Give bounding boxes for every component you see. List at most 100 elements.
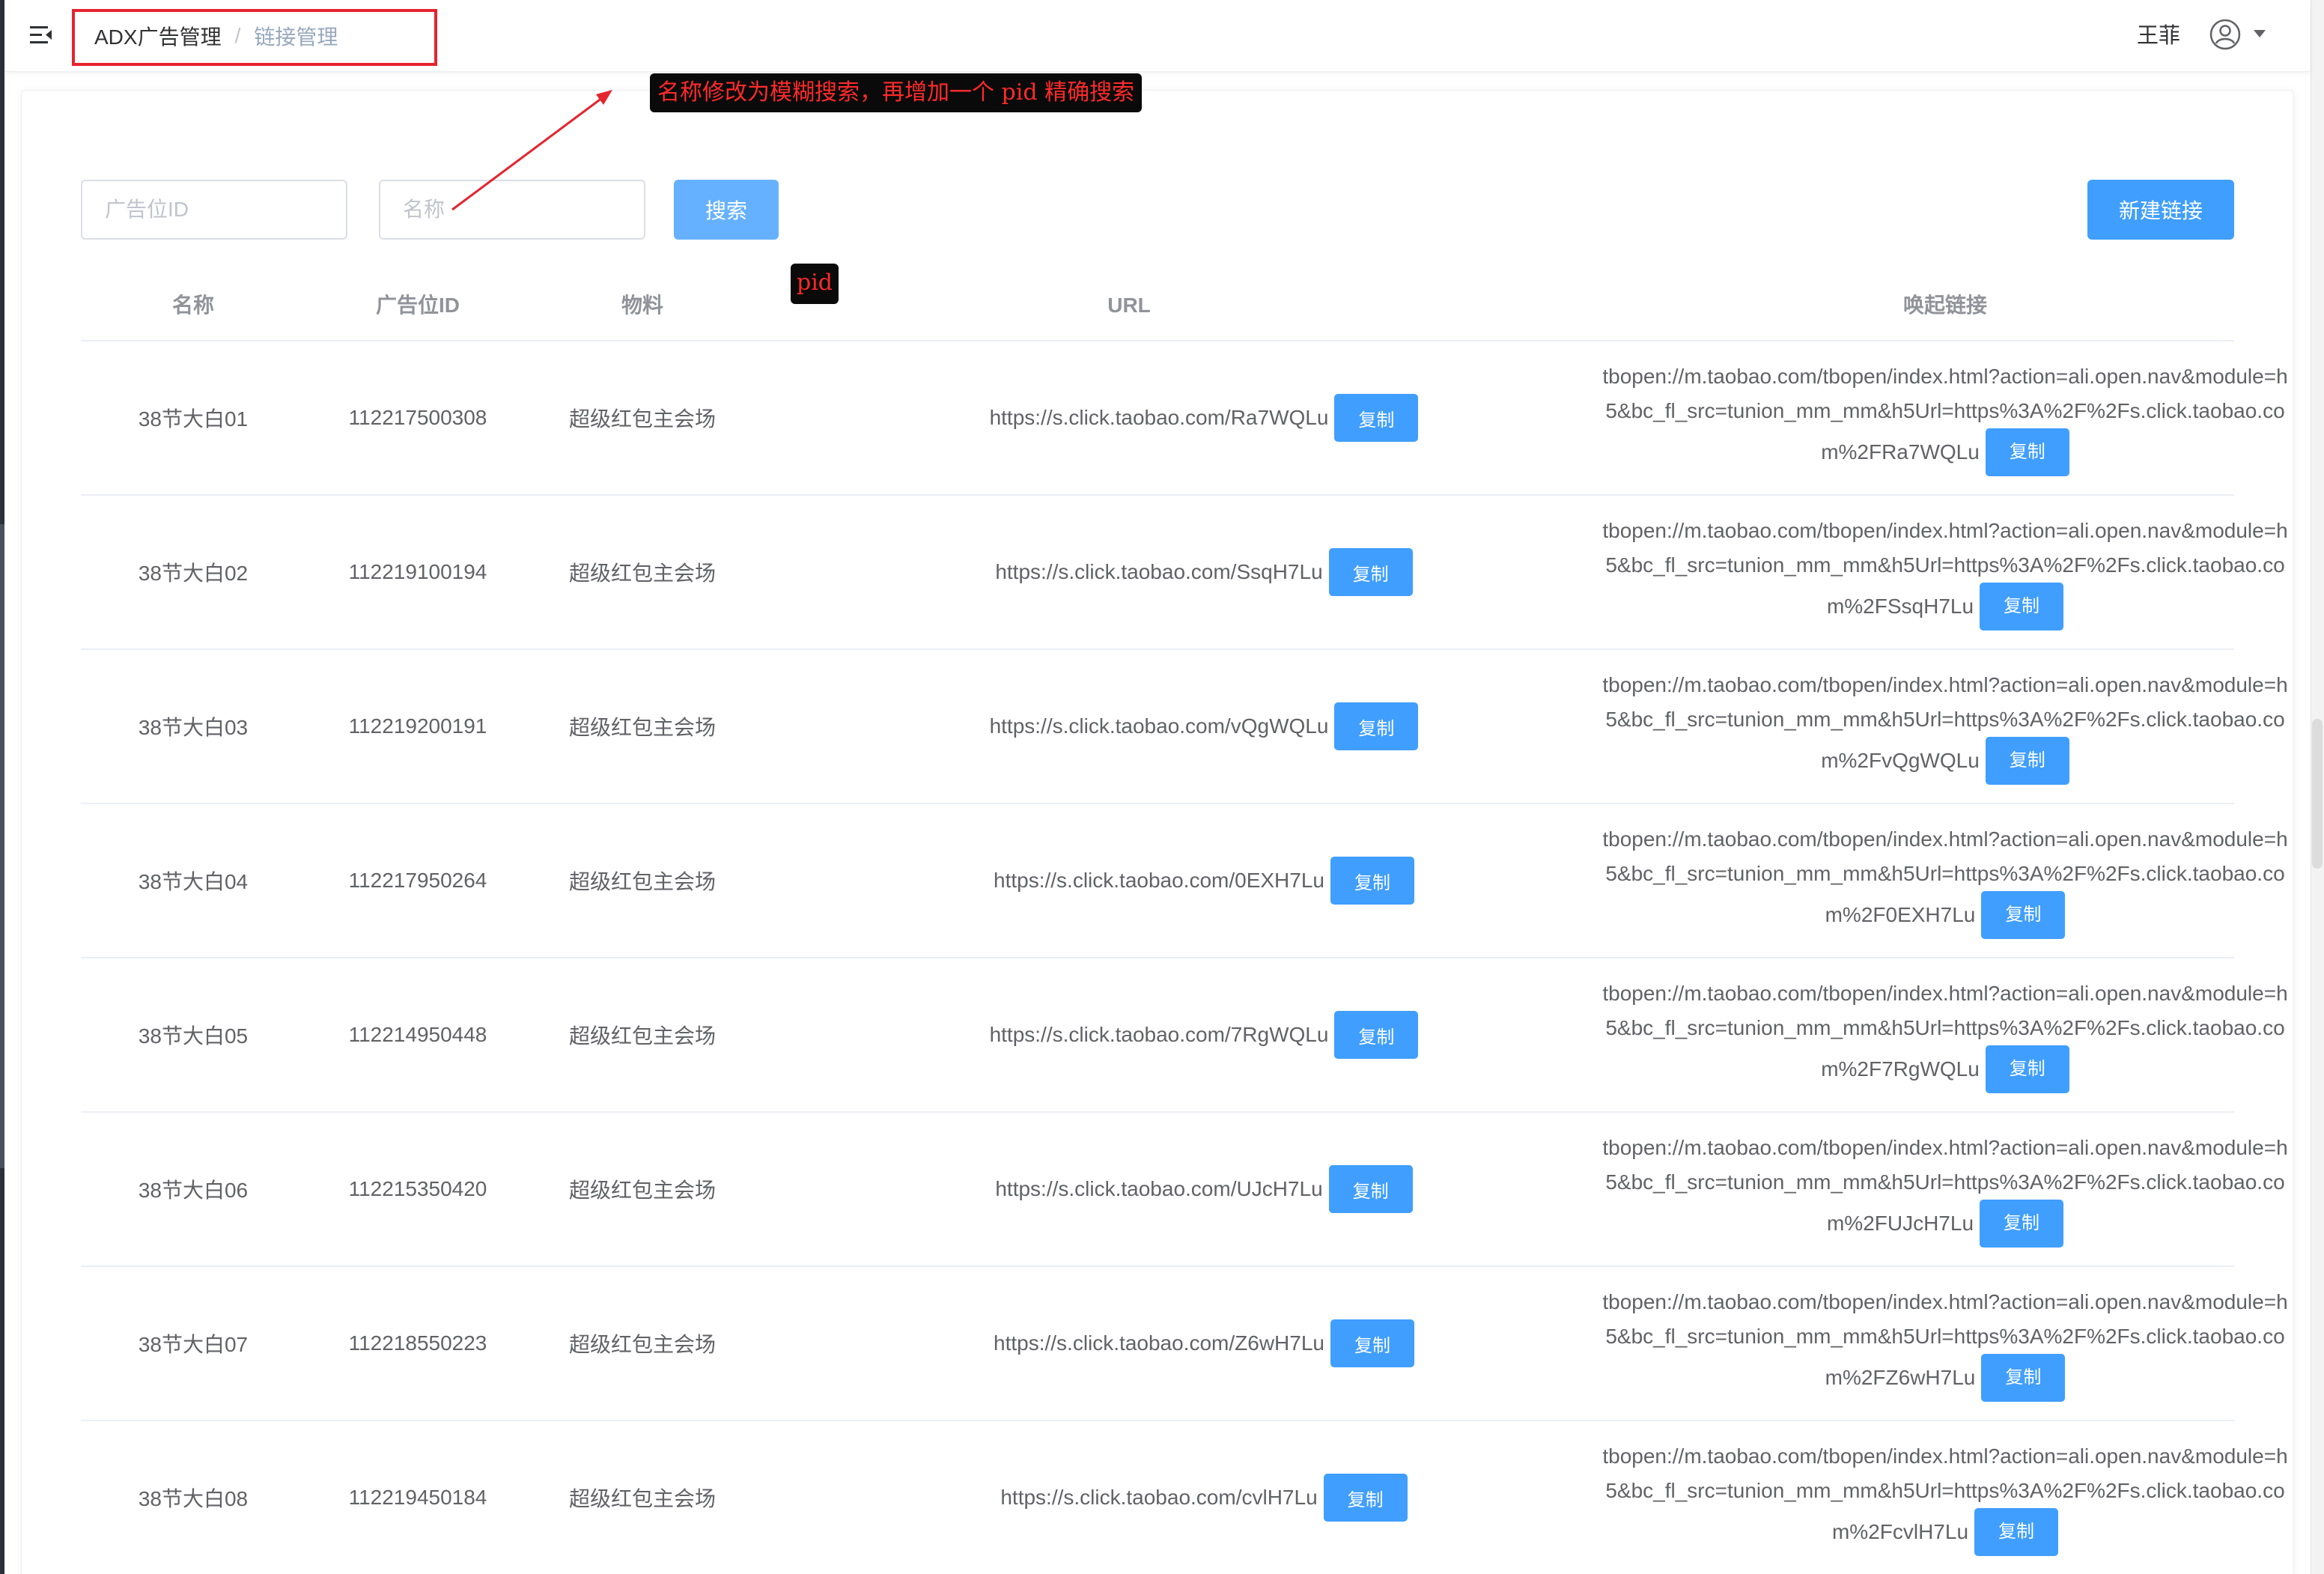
- open-link-tail: m%2FvQgWQLu: [1821, 749, 1980, 772]
- cell-material: 超级红包主会场: [568, 870, 716, 893]
- url-text: https://s.click.taobao.com/0EXH7Lu: [994, 869, 1324, 892]
- cell-open-link: tbopen://m.taobao.com/tbopen/index.html?…: [1503, 1267, 2324, 1420]
- copy-url-button[interactable]: 复制: [1323, 1474, 1408, 1522]
- open-link-line: tbopen://m.taobao.com/tbopen/index.html?…: [1602, 1444, 2288, 1468]
- copy-url-button[interactable]: 复制: [1334, 702, 1419, 750]
- copy-open-link-button[interactable]: 复制: [1981, 891, 2066, 939]
- cell-adslot-id: 112217950264: [348, 869, 487, 892]
- user-name[interactable]: 王菲: [2137, 19, 2180, 52]
- cell-open-link: tbopen://m.taobao.com/tbopen/index.html?…: [1503, 958, 2324, 1111]
- open-link-tail: m%2FUJcH7Lu: [1826, 1212, 1974, 1235]
- cell-material: 超级红包主会场: [568, 1333, 716, 1356]
- open-link-line: tbopen://m.taobao.com/tbopen/index.html?…: [1602, 673, 2288, 696]
- open-link-line: tbopen://m.taobao.com/tbopen/index.html?…: [1602, 1290, 2288, 1313]
- copy-open-link-button[interactable]: 复制: [1974, 1508, 2059, 1556]
- open-link-line: tbopen://m.taobao.com/tbopen/index.html?…: [1602, 1136, 2288, 1159]
- open-link-line: tbopen://m.taobao.com/tbopen/index.html?…: [1602, 365, 2288, 388]
- cell-name: 38节大白05: [138, 1024, 249, 1048]
- left-edge-segment: [0, 524, 4, 1168]
- cell-material: 超级红包主会场: [568, 562, 716, 585]
- open-link-line: 5&bc_fl_src=tunion_mm_mm&h5Url=https%3A%…: [1605, 862, 2285, 885]
- cell-adslot-id: 112219100194: [348, 560, 487, 583]
- open-link-line: m%2F0EXH7Lu 复制: [1825, 891, 2066, 939]
- table-row: 38节大白07 112218550223 超级红包主会场 https://s.c…: [81, 1267, 2288, 1421]
- url-text: https://s.click.taobao.com/SsqH7Lu: [995, 560, 1323, 583]
- open-link-line: 5&bc_fl_src=tunion_mm_mm&h5Url=https%3A%…: [1605, 1016, 2285, 1039]
- cell-name: 38节大白03: [138, 716, 249, 739]
- table-row: 38节大白03 112219200191 超级红包主会场 https://s.c…: [81, 650, 2288, 804]
- url-text: https://s.click.taobao.com/Z6wH7Lu: [994, 1331, 1324, 1355]
- cell-adslot-id: 112215350420: [348, 1177, 487, 1200]
- open-link-line: 5&bc_fl_src=tunion_mm_mm&h5Url=https%3A%…: [1605, 553, 2285, 577]
- column-header-url: URL: [1107, 294, 1151, 317]
- open-link-line: m%2FUJcH7Lu 复制: [1826, 1200, 2064, 1248]
- copy-url-button[interactable]: 复制: [1330, 1319, 1414, 1367]
- url-text: https://s.click.taobao.com/vQgWQLu: [989, 714, 1329, 738]
- url-text: https://s.click.taobao.com/7RgWQLu: [989, 1023, 1329, 1046]
- annotation-arrow: [451, 90, 612, 211]
- cell-open-link: tbopen://m.taobao.com/tbopen/index.html?…: [1503, 341, 2324, 494]
- cell-name: 38节大白08: [138, 1487, 249, 1510]
- open-link-line: 5&bc_fl_src=tunion_mm_mm&h5Url=https%3A%…: [1605, 399, 2285, 422]
- annotation-highlight-box: [72, 9, 437, 66]
- open-link-line: tbopen://m.taobao.com/tbopen/index.html?…: [1602, 827, 2288, 851]
- copy-url-button[interactable]: 复制: [1334, 394, 1419, 442]
- open-link-tail: m%2FRa7WQLu: [1821, 440, 1980, 464]
- open-link-tail: m%2F7RgWQLu: [1821, 1057, 1980, 1081]
- copy-open-link-button[interactable]: 复制: [1985, 428, 2069, 476]
- open-link-line: tbopen://m.taobao.com/tbopen/index.html?…: [1602, 519, 2288, 542]
- cell-name: 38节大白02: [138, 562, 249, 585]
- table-row: 38节大白08 112219450184 超级红包主会场 https://s.c…: [81, 1421, 2288, 1574]
- column-header-name: 名称: [171, 294, 214, 317]
- url-text: https://s.click.taobao.com/UJcH7Lu: [995, 1177, 1323, 1200]
- cell-open-link: tbopen://m.taobao.com/tbopen/index.html?…: [1503, 496, 2324, 648]
- table-row: 38节大白05 112214950448 超级红包主会场 https://s.c…: [81, 958, 2288, 1113]
- cell-adslot-id: 112218550223: [348, 1331, 487, 1355]
- caret-down-icon[interactable]: [2254, 30, 2266, 37]
- table-row: 38节大白02 112219100194 超级红包主会场 https://s.c…: [81, 496, 2288, 650]
- menu-toggle-icon[interactable]: [28, 22, 54, 48]
- table-row: 38节大白01 112217500308 超级红包主会场 https://s.c…: [81, 341, 2288, 496]
- open-link-tail: m%2F0EXH7Lu: [1825, 903, 1976, 926]
- cell-adslot-id: 112219450184: [348, 1486, 487, 1509]
- cell-open-link: tbopen://m.taobao.com/tbopen/index.html?…: [1503, 1421, 2324, 1574]
- search-button[interactable]: 搜索: [674, 180, 779, 240]
- cell-material: 超级红包主会场: [568, 1487, 716, 1510]
- cell-material: 超级红包主会场: [568, 1179, 716, 1202]
- open-link-line: 5&bc_fl_src=tunion_mm_mm&h5Url=https%3A%…: [1605, 1325, 2285, 1348]
- cell-material: 超级红包主会场: [568, 1024, 716, 1048]
- cell-open-link: tbopen://m.taobao.com/tbopen/index.html?…: [1503, 650, 2324, 803]
- open-link-tail: m%2FZ6wH7Lu: [1825, 1366, 1976, 1389]
- cell-open-link: tbopen://m.taobao.com/tbopen/index.html?…: [1503, 1113, 2324, 1265]
- table-row: 38节大白04 112217950264 超级红包主会场 https://s.c…: [81, 804, 2288, 958]
- table-row: 38节大白06 112215350420 超级红包主会场 https://s.c…: [81, 1113, 2288, 1267]
- new-link-button[interactable]: 新建链接: [2087, 180, 2234, 240]
- cell-material: 超级红包主会场: [568, 716, 716, 739]
- user-avatar-icon[interactable]: [2209, 18, 2242, 51]
- open-link-line: m%2FSsqH7Lu 复制: [1826, 583, 2064, 630]
- open-link-line: m%2FcvlH7Lu 复制: [1831, 1508, 2059, 1556]
- copy-url-button[interactable]: 复制: [1330, 857, 1414, 905]
- cell-name: 38节大白04: [138, 870, 249, 893]
- adslot-id-input[interactable]: [81, 180, 347, 240]
- cell-name: 38节大白07: [138, 1333, 249, 1356]
- copy-open-link-button[interactable]: 复制: [1980, 1200, 2064, 1248]
- copy-url-button[interactable]: 复制: [1328, 548, 1413, 596]
- url-text: https://s.click.taobao.com/Ra7WQLu: [989, 406, 1329, 429]
- column-header-adslot-id: 广告位ID: [375, 294, 460, 317]
- copy-url-button[interactable]: 复制: [1334, 1011, 1419, 1059]
- url-text: https://s.click.taobao.com/cvlH7Lu: [1000, 1486, 1318, 1509]
- open-link-tail: m%2FSsqH7Lu: [1826, 595, 1974, 618]
- cell-adslot-id: 112217500308: [348, 406, 487, 429]
- copy-open-link-button[interactable]: 复制: [1981, 1354, 2066, 1402]
- annotation-note: 名称修改为模糊搜索，再增加一个 pid 精确搜索: [650, 73, 1143, 112]
- cell-material: 超级红包主会场: [568, 407, 716, 431]
- cell-name: 38节大白06: [138, 1179, 249, 1202]
- copy-open-link-button[interactable]: 复制: [1980, 583, 2064, 630]
- copy-open-link-button[interactable]: 复制: [1985, 737, 2069, 785]
- open-link-line: 5&bc_fl_src=tunion_mm_mm&h5Url=https%3A%…: [1605, 1479, 2285, 1502]
- open-link-tail: m%2FcvlH7Lu: [1831, 1520, 1969, 1543]
- copy-url-button[interactable]: 复制: [1328, 1165, 1413, 1213]
- copy-open-link-button[interactable]: 复制: [1985, 1045, 2069, 1093]
- open-link-line: 5&bc_fl_src=tunion_mm_mm&h5Url=https%3A%…: [1605, 708, 2285, 731]
